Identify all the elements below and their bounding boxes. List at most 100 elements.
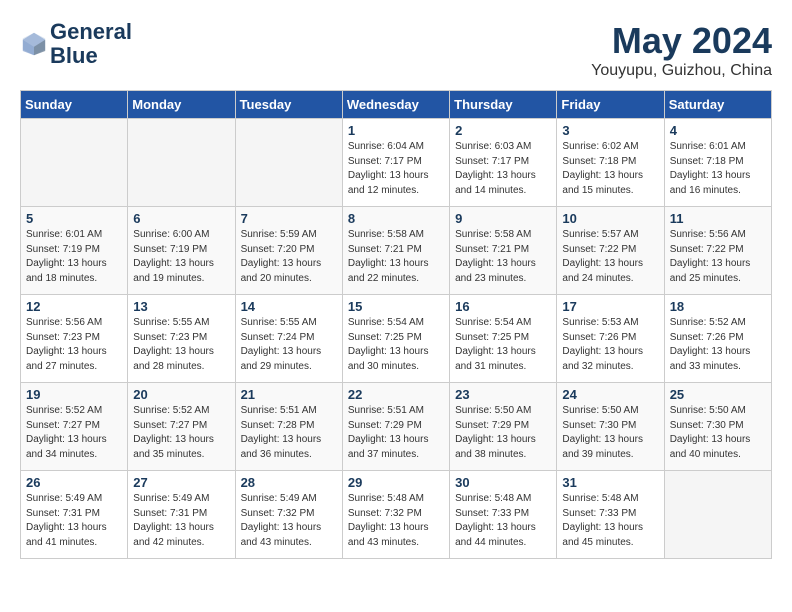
month-title: May 2024: [591, 20, 772, 62]
day-header-sunday: Sunday: [21, 91, 128, 119]
day-number: 14: [241, 299, 337, 314]
calendar-cell: 1 Sunrise: 6:04 AMSunset: 7:17 PMDaylight…: [342, 119, 449, 207]
cell-info: Sunrise: 5:52 AMSunset: 7:26 PMDaylight:…: [670, 316, 766, 374]
calendar-week-5: 26 Sunrise: 5:49 AMSunset: 7:31 PMDayligh…: [21, 471, 772, 559]
calendar-week-3: 12 Sunrise: 5:56 AMSunset: 7:23 PMDayligh…: [21, 295, 772, 383]
day-header-thursday: Thursday: [450, 91, 557, 119]
cell-info: Sunrise: 6:04 AMSunset: 7:17 PMDaylight:…: [348, 140, 444, 198]
day-number: 28: [241, 475, 337, 490]
day-number: 5: [26, 211, 122, 226]
calendar-week-1: 1 Sunrise: 6:04 AMSunset: 7:17 PMDaylight…: [21, 119, 772, 207]
calendar-cell: 15 Sunrise: 5:54 AMSunset: 7:25 PMDayligh…: [342, 295, 449, 383]
cell-info: Sunrise: 5:48 AMSunset: 7:33 PMDaylight:…: [455, 492, 551, 550]
calendar-week-2: 5Sunrise: 6:01 AMSunset: 7:19 PMDaylight…: [21, 207, 772, 295]
day-number: 24: [562, 387, 658, 402]
cell-info: Sunrise: 5:51 AMSunset: 7:29 PMDaylight:…: [348, 404, 444, 462]
cell-info: Sunrise: 5:49 AMSunset: 7:31 PMDaylight:…: [133, 492, 229, 550]
calendar-cell: 30 Sunrise: 5:48 AMSunset: 7:33 PMDayligh…: [450, 471, 557, 559]
day-header-monday: Monday: [128, 91, 235, 119]
cell-info: Sunrise: 5:50 AMSunset: 7:30 PMDaylight:…: [562, 404, 658, 462]
cell-info: Sunrise: 5:56 AMSunset: 7:22 PMDaylight:…: [670, 228, 766, 286]
cell-info: Sunrise: 6:03 AMSunset: 7:17 PMDaylight:…: [455, 140, 551, 198]
calendar-cell: 23 Sunrise: 5:50 AMSunset: 7:29 PMDayligh…: [450, 383, 557, 471]
cell-info: Sunrise: 6:00 AMSunset: 7:19 PMDaylight:…: [133, 228, 229, 286]
day-number: 10: [562, 211, 658, 226]
logo-text: General Blue: [50, 20, 132, 68]
cell-info: Sunrise: 5:51 AMSunset: 7:28 PMDaylight:…: [241, 404, 337, 462]
cell-info: Sunrise: 5:55 AMSunset: 7:24 PMDaylight:…: [241, 316, 337, 374]
calendar-table: SundayMondayTuesdayWednesdayThursdayFrid…: [20, 90, 772, 559]
day-number: 12: [26, 299, 122, 314]
day-number: 11: [670, 211, 766, 226]
day-number: 4: [670, 123, 766, 138]
calendar-cell: 3Sunrise: 6:02 AMSunset: 7:18 PMDaylight…: [557, 119, 664, 207]
calendar-cell: [128, 119, 235, 207]
day-number: 20: [133, 387, 229, 402]
calendar-cell: 29 Sunrise: 5:48 AMSunset: 7:32 PMDayligh…: [342, 471, 449, 559]
day-number: 13: [133, 299, 229, 314]
cell-info: Sunrise: 5:56 AMSunset: 7:23 PMDaylight:…: [26, 316, 122, 374]
day-number: 29: [348, 475, 444, 490]
cell-info: Sunrise: 5:53 AMSunset: 7:26 PMDaylight:…: [562, 316, 658, 374]
calendar-week-4: 19Sunrise: 5:52 AMSunset: 7:27 PMDayligh…: [21, 383, 772, 471]
cell-info: Sunrise: 5:58 AMSunset: 7:21 PMDaylight:…: [348, 228, 444, 286]
calendar-cell: 24 Sunrise: 5:50 AMSunset: 7:30 PMDayligh…: [557, 383, 664, 471]
calendar-cell: 25Sunrise: 5:50 AMSunset: 7:30 PMDayligh…: [664, 383, 771, 471]
calendar-cell: 8Sunrise: 5:58 AMSunset: 7:21 PMDaylight…: [342, 207, 449, 295]
calendar-cell: 6 Sunrise: 6:00 AMSunset: 7:19 PMDaylight…: [128, 207, 235, 295]
cell-info: Sunrise: 5:50 AMSunset: 7:29 PMDaylight:…: [455, 404, 551, 462]
day-number: 1: [348, 123, 444, 138]
calendar-cell: 4 Sunrise: 6:01 AMSunset: 7:18 PMDaylight…: [664, 119, 771, 207]
calendar-cell: 9 Sunrise: 5:58 AMSunset: 7:21 PMDaylight…: [450, 207, 557, 295]
day-number: 26: [26, 475, 122, 490]
logo: General Blue: [20, 20, 132, 68]
cell-info: Sunrise: 5:48 AMSunset: 7:32 PMDaylight:…: [348, 492, 444, 550]
cell-info: Sunrise: 5:49 AMSunset: 7:31 PMDaylight:…: [26, 492, 122, 550]
day-number: 16: [455, 299, 551, 314]
calendar-cell: 5Sunrise: 6:01 AMSunset: 7:19 PMDaylight…: [21, 207, 128, 295]
cell-info: Sunrise: 6:02 AMSunset: 7:18 PMDaylight:…: [562, 140, 658, 198]
cell-info: Sunrise: 5:49 AMSunset: 7:32 PMDaylight:…: [241, 492, 337, 550]
calendar-cell: 2Sunrise: 6:03 AMSunset: 7:17 PMDaylight…: [450, 119, 557, 207]
calendar-cell: 12 Sunrise: 5:56 AMSunset: 7:23 PMDayligh…: [21, 295, 128, 383]
cell-info: Sunrise: 5:58 AMSunset: 7:21 PMDaylight:…: [455, 228, 551, 286]
calendar-cell: 14 Sunrise: 5:55 AMSunset: 7:24 PMDayligh…: [235, 295, 342, 383]
day-header-saturday: Saturday: [664, 91, 771, 119]
calendar-cell: 7Sunrise: 5:59 AMSunset: 7:20 PMDaylight…: [235, 207, 342, 295]
day-header-tuesday: Tuesday: [235, 91, 342, 119]
calendar-cell: 10Sunrise: 5:57 AMSunset: 7:22 PMDayligh…: [557, 207, 664, 295]
location: Youyupu, Guizhou, China: [591, 62, 772, 80]
calendar-cell: 26 Sunrise: 5:49 AMSunset: 7:31 PMDayligh…: [21, 471, 128, 559]
day-header-wednesday: Wednesday: [342, 91, 449, 119]
cell-info: Sunrise: 6:01 AMSunset: 7:18 PMDaylight:…: [670, 140, 766, 198]
calendar-cell: 28 Sunrise: 5:49 AMSunset: 7:32 PMDayligh…: [235, 471, 342, 559]
cell-info: Sunrise: 5:54 AMSunset: 7:25 PMDaylight:…: [455, 316, 551, 374]
calendar-cell: 19Sunrise: 5:52 AMSunset: 7:27 PMDayligh…: [21, 383, 128, 471]
calendar-cell: 17 Sunrise: 5:53 AMSunset: 7:26 PMDayligh…: [557, 295, 664, 383]
calendar-cell: 13 Sunrise: 5:55 AMSunset: 7:23 PMDayligh…: [128, 295, 235, 383]
calendar-cell: [664, 471, 771, 559]
day-number: 17: [562, 299, 658, 314]
day-number: 23: [455, 387, 551, 402]
cell-info: Sunrise: 5:59 AMSunset: 7:20 PMDaylight:…: [241, 228, 337, 286]
day-number: 18: [670, 299, 766, 314]
day-number: 21: [241, 387, 337, 402]
title-block: May 2024 Youyupu, Guizhou, China: [591, 20, 772, 80]
logo-line2: Blue: [50, 44, 132, 68]
calendar-cell: 16 Sunrise: 5:54 AMSunset: 7:25 PMDayligh…: [450, 295, 557, 383]
calendar-cell: 11 Sunrise: 5:56 AMSunset: 7:22 PMDayligh…: [664, 207, 771, 295]
day-number: 31: [562, 475, 658, 490]
day-number: 30: [455, 475, 551, 490]
calendar-cell: 27 Sunrise: 5:49 AMSunset: 7:31 PMDayligh…: [128, 471, 235, 559]
day-number: 27: [133, 475, 229, 490]
day-number: 25: [670, 387, 766, 402]
day-number: 6: [133, 211, 229, 226]
cell-info: Sunrise: 5:48 AMSunset: 7:33 PMDaylight:…: [562, 492, 658, 550]
logo-icon: [20, 30, 48, 58]
calendar-cell: [21, 119, 128, 207]
cell-info: Sunrise: 5:55 AMSunset: 7:23 PMDaylight:…: [133, 316, 229, 374]
cell-info: Sunrise: 5:54 AMSunset: 7:25 PMDaylight:…: [348, 316, 444, 374]
day-number: 19: [26, 387, 122, 402]
day-number: 9: [455, 211, 551, 226]
day-number: 15: [348, 299, 444, 314]
